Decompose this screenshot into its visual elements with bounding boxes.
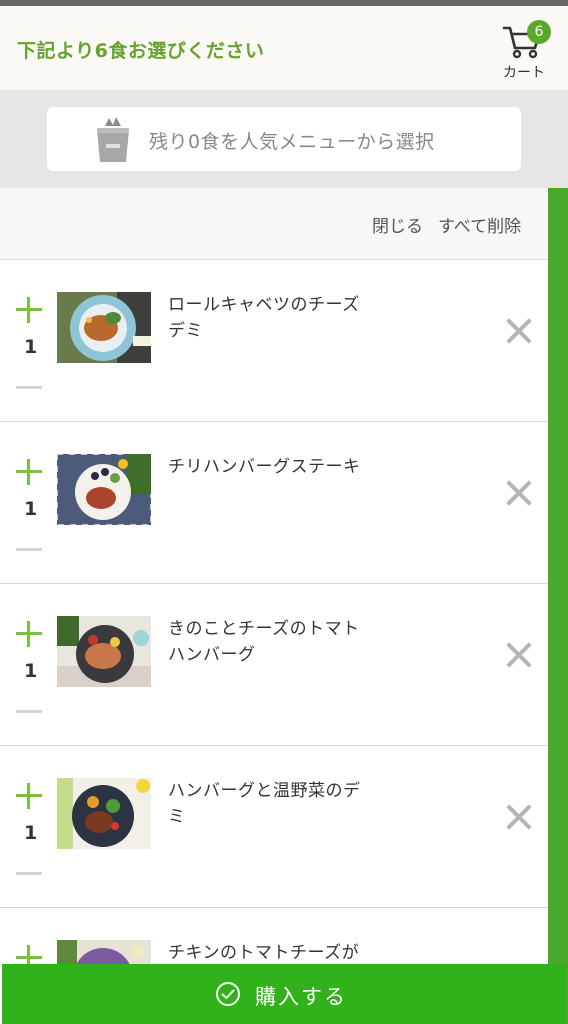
meal-image [57,940,151,964]
decrease-quantity-button[interactable] [16,386,42,389]
cart-button[interactable]: 6 カート [500,20,558,82]
popular-menu-button[interactable]: 残り0食を人気メニューから選択 [47,107,521,171]
side-accent-bar [548,188,568,1024]
purchase-button[interactable]: 購入する [2,964,566,1024]
meal-image [57,454,151,525]
check-circle-icon [216,982,240,1006]
meal-name: チリハンバーグステーキ [168,457,361,477]
clear-all-button[interactable]: すべて削除 [438,212,521,237]
increase-quantity-button[interactable] [16,945,42,964]
cart-item: 1 ハンバーグと温野菜のデ ミ [0,746,548,908]
cart-item: 1 きのことチーズのトマト ハンバーグ [0,584,548,746]
meal-name: チキンのトマトチーズが [168,943,360,963]
decrease-quantity-button[interactable] [16,872,42,875]
quantity-value: 1 [24,498,38,520]
meal-image [57,778,151,849]
quantity-value: 1 [24,336,38,358]
remove-item-button[interactable] [506,642,532,668]
decrease-quantity-button[interactable] [16,710,42,713]
increase-quantity-button[interactable] [16,459,42,485]
meal-name: ロールキャベツのチーズ デミ [168,295,360,341]
quantity-value: 1 [24,822,38,844]
cart-item: 1 チリハンバーグステーキ [0,422,548,584]
meal-name: ハンバーグと温野菜のデ ミ [168,781,361,827]
remove-item-button[interactable] [506,480,532,506]
header: 下記より6食お選びください 6 カート [0,6,568,90]
cart-label: カート [503,65,545,81]
cart-count-badge: 6 [527,20,551,44]
grocery-bag-icon [97,117,129,162]
remove-item-button[interactable] [506,318,532,344]
decrease-quantity-button[interactable] [16,548,42,551]
increase-quantity-button[interactable] [16,621,42,647]
popular-menu-label: 残り0食を人気メニューから選択 [149,131,435,153]
cart-item: 1 ロールキャベツのチーズ デミ [0,260,548,422]
close-button[interactable]: 閉じる [372,212,423,237]
panel-actions: 閉じる すべて削除 [0,188,548,260]
popular-menu-band: 残り0食を人気メニューから選択 [0,90,568,188]
meal-image [57,292,151,363]
increase-quantity-button[interactable] [16,297,42,323]
purchase-label: 購入する [255,985,347,1009]
cart-item-panel: 閉じる すべて削除 1 ロールキャベツのチーズ デミ 1 チリハンバーグステーキ… [0,188,548,964]
cart-item: 1 チキンのトマトチーズが [0,908,548,964]
increase-quantity-button[interactable] [16,783,42,809]
meal-image [57,616,151,687]
meal-name: きのことチーズのトマト ハンバーグ [168,619,360,665]
page-title: 下記より6食お選びください [17,40,265,62]
quantity-value: 1 [24,660,38,682]
remove-item-button[interactable] [506,804,532,830]
